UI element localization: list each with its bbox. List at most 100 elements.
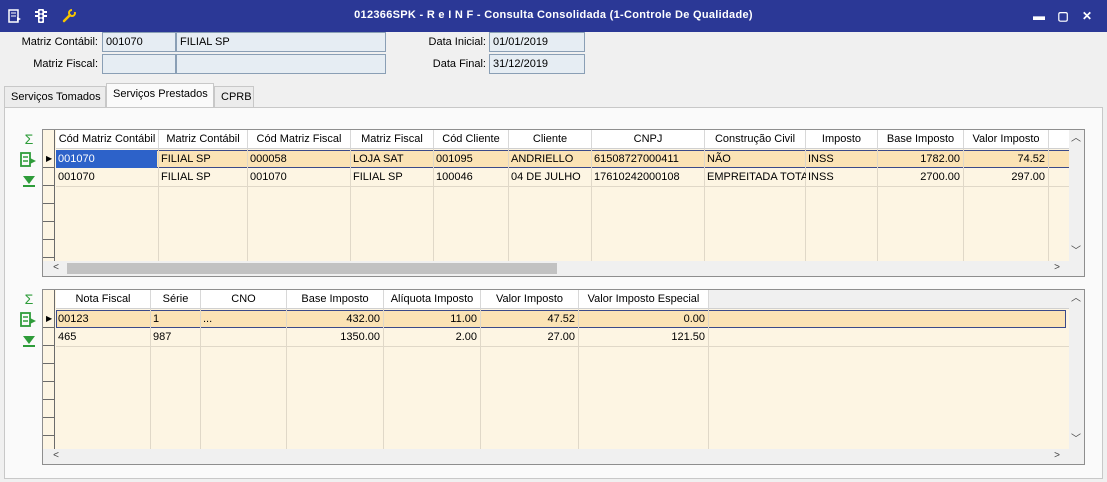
column-header[interactable]: Nota Fiscal bbox=[56, 290, 151, 309]
scroll-thumb[interactable] bbox=[67, 263, 557, 274]
row-separator bbox=[56, 186, 1069, 187]
tab-servicos-tomados[interactable]: Serviços Tomados bbox=[4, 86, 106, 107]
indicator-line bbox=[43, 381, 55, 382]
table-cell[interactable]: 100046 bbox=[434, 168, 509, 186]
table-cell[interactable]: 000058 bbox=[248, 150, 351, 168]
indicator-line bbox=[43, 221, 55, 222]
scroll-down-icon[interactable]: ﹀ bbox=[1069, 433, 1083, 447]
scroll-right-icon[interactable]: > bbox=[1050, 449, 1064, 463]
table-cell[interactable]: EMPREITADA TOTAL bbox=[705, 168, 806, 186]
minimize-button[interactable]: ▬ bbox=[1030, 8, 1048, 24]
scroll-left-icon[interactable]: < bbox=[49, 449, 63, 463]
table-cell[interactable]: 00123 bbox=[56, 310, 151, 328]
column-header[interactable]: CNO bbox=[201, 290, 287, 309]
table-cell[interactable]: 1350.00 bbox=[287, 328, 384, 346]
column-header[interactable]: Cliente bbox=[509, 130, 592, 149]
data-inicial-field[interactable]: 01/01/2019 bbox=[489, 32, 585, 52]
data-final-field[interactable]: 31/12/2019 bbox=[489, 54, 585, 74]
tab-servicos-prestados[interactable]: Serviços Prestados bbox=[106, 83, 214, 107]
column-header[interactable]: Alíquota Imposto bbox=[384, 290, 481, 309]
column-header[interactable]: Imposto bbox=[806, 130, 878, 149]
scroll-right-icon[interactable]: > bbox=[1050, 261, 1064, 275]
matriz-contabil-code-field[interactable]: 001070 bbox=[102, 32, 176, 52]
table-cell[interactable]: 001070 bbox=[248, 168, 351, 186]
table-cell[interactable]: LOJA SAT bbox=[351, 150, 434, 168]
scroll-up-icon[interactable]: ︿ bbox=[1069, 292, 1083, 306]
vertical-scrollbar[interactable]: ︿ ﹀ bbox=[1069, 130, 1084, 261]
column-header[interactable]: Base Imposto bbox=[878, 130, 964, 149]
column-header[interactable]: Valor Imposto Especial bbox=[579, 290, 709, 309]
table-cell[interactable]: FILIAL SP bbox=[351, 168, 434, 186]
sum-icon[interactable]: Σ bbox=[18, 130, 40, 148]
filter-icon[interactable] bbox=[18, 334, 40, 352]
table-cell[interactable]: 001070 bbox=[56, 168, 159, 186]
horizontal-scrollbar[interactable]: < > bbox=[43, 261, 1084, 276]
tab-cprb[interactable]: CPRB bbox=[214, 86, 254, 107]
filter-icon[interactable] bbox=[18, 174, 40, 192]
column-header[interactable]: Cód Matriz Fiscal bbox=[248, 130, 351, 149]
indicator-line bbox=[43, 435, 55, 436]
table-cell[interactable]: 001095 bbox=[434, 150, 509, 168]
column-header[interactable]: Matriz Fiscal bbox=[351, 130, 434, 149]
window-title: 012366SPK - R e I N F - Consulta Consoli… bbox=[354, 9, 753, 21]
table-cell[interactable]: 0.00 bbox=[579, 310, 709, 328]
table-cell[interactable]: FILIAL SP bbox=[159, 150, 248, 168]
grid-servicos-prestados[interactable]: ▶ Cód Matriz Contábil 001070 001070 Matriz C… bbox=[42, 129, 1085, 277]
table-cell[interactable]: 61508727000411 bbox=[592, 150, 705, 168]
table-cell[interactable]: 297.00 bbox=[964, 168, 1049, 186]
maximize-button[interactable]: ▢ bbox=[1054, 8, 1072, 24]
close-button[interactable]: ✕ bbox=[1078, 8, 1096, 24]
table-cell[interactable]: 47.52 bbox=[481, 310, 579, 328]
table-cell[interactable]: 432.00 bbox=[287, 310, 384, 328]
table-cell[interactable]: 001070 bbox=[56, 150, 157, 168]
header-filler bbox=[709, 290, 1069, 309]
table-cell[interactable]: 121.50 bbox=[579, 328, 709, 346]
table-cell[interactable]: 1782.00 bbox=[878, 150, 964, 168]
vertical-scrollbar[interactable]: ︿ ﹀ bbox=[1069, 290, 1084, 449]
column-header[interactable]: Construção Civil bbox=[705, 130, 806, 149]
column-header[interactable]: Cód Cliente bbox=[434, 130, 509, 149]
table-cell[interactable]: 987 bbox=[151, 328, 201, 346]
table-cell[interactable]: 11.00 bbox=[384, 310, 481, 328]
matriz-fiscal-code-field[interactable] bbox=[102, 54, 176, 74]
indicator-line bbox=[43, 185, 55, 186]
export-icon[interactable] bbox=[18, 312, 40, 330]
column-header[interactable]: Valor Imposto bbox=[964, 130, 1049, 149]
table-cell[interactable]: 17610242000108 bbox=[592, 168, 705, 186]
table-cell[interactable]: 1 bbox=[151, 310, 201, 328]
column-header[interactable]: Cód Matriz Contábil bbox=[56, 130, 159, 149]
title-bar: 012366SPK - R e I N F - Consulta Consoli… bbox=[0, 0, 1107, 32]
table-cell[interactable]: 2700.00 bbox=[878, 168, 964, 186]
table-cell[interactable]: ANDRIELLO bbox=[509, 150, 592, 168]
table-cell[interactable]: FILIAL SP bbox=[159, 168, 248, 186]
table-cell[interactable]: INSS bbox=[806, 168, 878, 186]
grid-notas-fiscais[interactable]: ▶ Nota Fiscal 00123 465 Série 1 987 CNO... Base … bbox=[42, 289, 1085, 465]
horizontal-scrollbar[interactable]: < > bbox=[43, 449, 1084, 464]
scroll-left-icon[interactable]: < bbox=[49, 261, 63, 275]
column-header[interactable]: Valor Imposto bbox=[481, 290, 579, 309]
matriz-contabil-label: Matriz Contábil: bbox=[21, 36, 98, 48]
data-final-label: Data Final: bbox=[432, 58, 486, 70]
table-cell[interactable]: 465 bbox=[56, 328, 151, 346]
sum-icon[interactable]: Σ bbox=[18, 290, 40, 308]
column-header[interactable]: Base Imposto bbox=[287, 290, 384, 309]
table-cell[interactable]: INSS bbox=[806, 150, 878, 168]
export-icon[interactable] bbox=[18, 152, 40, 170]
table-cell[interactable]: 2.00 bbox=[384, 328, 481, 346]
scroll-down-icon[interactable]: ﹀ bbox=[1069, 245, 1083, 259]
table-cell[interactable]: ... bbox=[201, 310, 287, 328]
current-row-pointer-icon: ▶ bbox=[46, 314, 53, 323]
current-row-pointer-icon: ▶ bbox=[46, 154, 53, 163]
table-cell[interactable]: NÃO bbox=[705, 150, 806, 168]
matriz-fiscal-label: Matriz Fiscal: bbox=[33, 58, 98, 70]
column-header[interactable]: Matriz Contábil bbox=[159, 130, 248, 149]
column-header[interactable]: Série bbox=[151, 290, 201, 309]
indicator-line bbox=[43, 239, 55, 240]
scroll-up-icon[interactable]: ︿ bbox=[1069, 132, 1083, 146]
row-separator bbox=[56, 346, 1069, 347]
table-cell[interactable] bbox=[201, 328, 287, 346]
table-cell[interactable]: 04 DE JULHO bbox=[509, 168, 592, 186]
table-cell[interactable]: 74.52 bbox=[964, 150, 1049, 168]
column-header[interactable]: CNPJ bbox=[592, 130, 705, 149]
table-cell[interactable]: 27.00 bbox=[481, 328, 579, 346]
